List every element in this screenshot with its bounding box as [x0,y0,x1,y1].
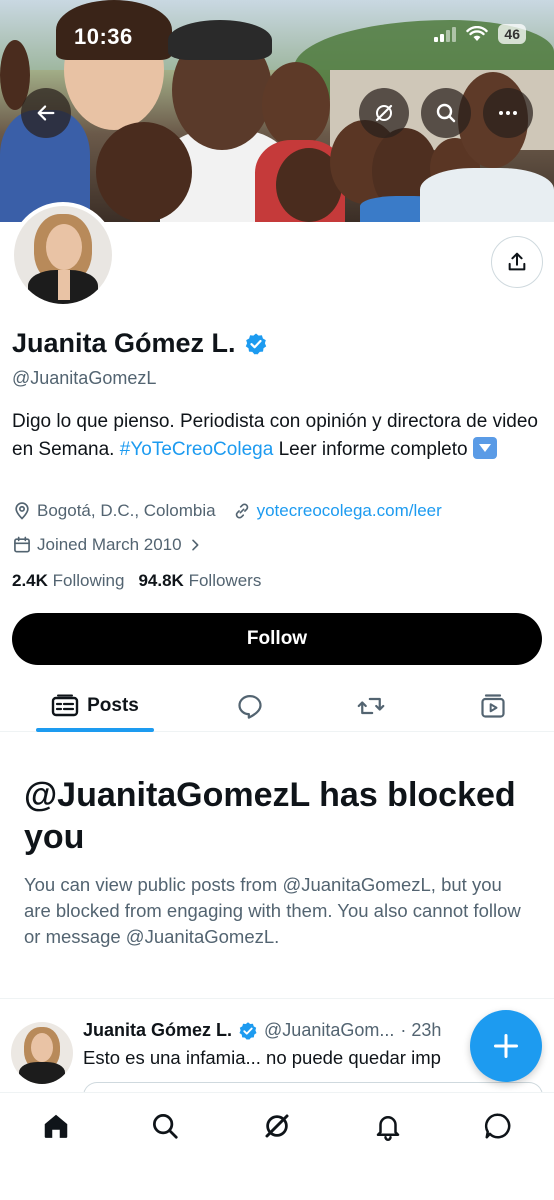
search-icon [436,103,456,123]
tab-media[interactable] [472,680,514,732]
verified-badge-icon [239,1021,257,1040]
status-icons: 46 [434,24,526,44]
location-pin-icon [15,502,29,520]
profile-tabs: Posts [0,680,554,732]
nav-grok[interactable] [260,1109,294,1143]
website-link[interactable]: yotecreocolega.com/leer [257,501,442,521]
status-bar: 10:36 46 [0,0,554,70]
name-row: Juanita Gómez L. [12,328,268,359]
compose-post-button[interactable] [470,1010,542,1082]
grok-icon [265,1114,289,1138]
post-header: Juanita Gómez L. @JuanitaGom... · 23h [83,1020,441,1041]
search-button[interactable] [421,88,471,138]
profile-avatar[interactable] [10,202,116,308]
followers-count: 94.8K [138,571,184,590]
website-item[interactable]: yotecreocolega.com/leer [232,501,442,521]
nav-search[interactable] [148,1109,182,1143]
down-arrow-emoji-icon [472,437,497,459]
video-media-icon [481,694,505,718]
section-divider [0,998,554,999]
blocked-title: @JuanitaGomezL has blocked you [24,776,516,856]
follow-stats: 2.4K Following 94.8K Followers [12,571,261,591]
more-button[interactable] [483,88,533,138]
display-name: Juanita Gómez L. [12,328,236,358]
chat-bubble-icon [484,1113,511,1139]
signal-icon [434,26,457,42]
bell-icon [376,1116,400,1141]
grok-icon [375,104,393,122]
banner-child [420,168,554,222]
nav-messages[interactable] [481,1109,515,1143]
link-icon [235,503,248,519]
back-button[interactable] [21,88,71,138]
home-icon [44,1114,68,1138]
tab-posts-label: Posts [87,695,139,716]
repost-icon [357,697,385,715]
follow-button[interactable]: Follow [12,613,542,665]
share-button[interactable] [491,236,543,288]
followers-stat[interactable]: 94.8K Followers [138,571,261,591]
grok-button[interactable] [359,88,409,138]
blocked-message: You can view public posts from @JuanitaG… [24,874,521,947]
joined-text: Joined March 2010 [37,535,182,554]
bio-hashtag-link[interactable]: #YoTeCreoColega [120,439,274,460]
post-text[interactable]: Esto es una infamia... no puede quedar i… [83,1047,483,1069]
following-count: 2.4K [12,571,48,590]
joined-item[interactable]: Joined March 2010 [12,535,203,555]
active-tab-indicator [36,728,154,732]
wifi-icon [466,26,489,41]
nav-home[interactable] [39,1109,73,1143]
profile-meta-row: Bogotá, D.C., Colombia yotecreocolega.co… [12,501,442,521]
tab-replies[interactable] [230,680,270,732]
profile-handle: @JuanitaGomezL [12,368,157,388]
posts-icon [51,694,79,717]
followers-label: Followers [188,571,262,590]
status-time: 10:36 [74,24,133,49]
reply-icon [238,694,262,719]
banner-child [262,62,330,148]
following-label: Following [52,571,125,590]
search-icon [153,1114,178,1139]
post-author-handle: @JuanitaGom... [264,1020,395,1040]
profile-bio: Digo lo que pienso. Periodista con opini… [12,408,542,464]
following-stat[interactable]: 2.4K Following [12,571,124,591]
chevron-right-icon [191,539,199,551]
nav-notifications[interactable] [371,1109,405,1143]
verified-badge-icon[interactable] [244,332,268,356]
calendar-icon [14,536,30,553]
post-author-name[interactable]: Juanita Gómez L. [83,1020,232,1041]
tab-posts[interactable]: Posts [36,680,154,732]
location-item: Bogotá, D.C., Colombia [12,501,216,521]
bio-suffix: Leer informe completo [278,439,468,460]
plus-icon [493,1033,519,1059]
post-time: · 23h [400,1020,442,1040]
share-icon [508,252,526,271]
banner-child [96,122,192,222]
tab-reposts[interactable] [350,680,392,732]
post-author-avatar[interactable] [11,1022,73,1084]
arrow-left-icon [37,105,55,121]
bottom-navigation [0,1092,554,1200]
avatar-photo [14,206,112,304]
location-text: Bogotá, D.C., Colombia [37,501,216,520]
battery-indicator: 46 [498,24,526,44]
joined-row[interactable]: Joined March 2010 [12,535,203,555]
more-icon [499,111,517,115]
